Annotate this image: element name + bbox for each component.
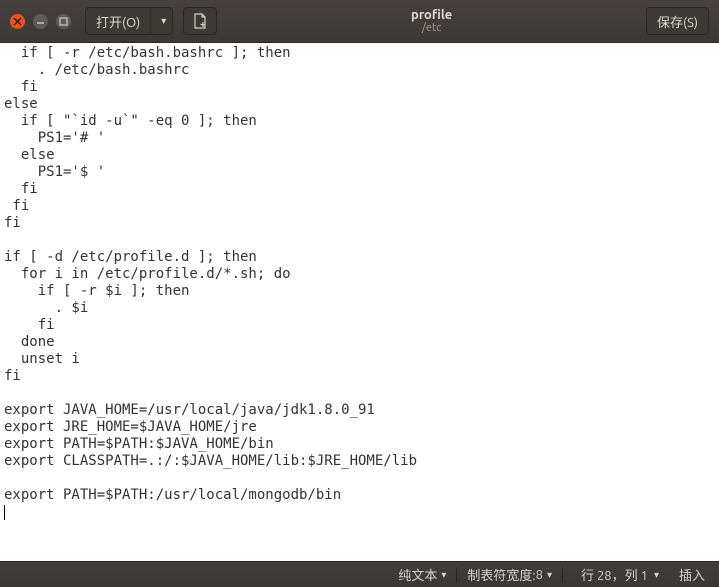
document-title: profile: [217, 8, 646, 22]
maximize-window-button[interactable]: [56, 14, 71, 29]
status-right: 行 28，列 1 ▾ 插入: [563, 565, 719, 584]
syntax-mode-selector[interactable]: 纯文本 ▾: [388, 565, 456, 584]
syntax-mode-label: 纯文本: [398, 565, 437, 584]
editor-content: if [ -r /etc/bash.bashrc ]; then . /etc/…: [4, 45, 417, 503]
minimize-icon: [36, 17, 45, 26]
open-button-group: 打开(O) ▾: [85, 7, 173, 35]
tab-width-value: 8: [536, 568, 543, 582]
cursor-position: 行 28，列 1: [581, 565, 648, 584]
chevron-down-icon: ▾: [547, 569, 552, 581]
insert-mode-label: 插入: [679, 565, 705, 584]
document-path: /etc: [217, 22, 646, 34]
save-button-label: 保存(S): [657, 12, 698, 31]
text-cursor: [4, 505, 5, 520]
editor-window: 打开(O) ▾ profile /etc 保存(S) if [ -r /etc/…: [0, 0, 719, 587]
maximize-icon: [59, 17, 68, 26]
tab-width-label: 制表符宽度:: [467, 565, 535, 584]
open-button[interactable]: 打开(O): [85, 7, 150, 35]
open-button-label: 打开(O): [96, 12, 140, 31]
new-document-icon: [192, 13, 208, 29]
chevron-down-icon: ▾: [441, 569, 446, 581]
titlebar: 打开(O) ▾ profile /etc 保存(S): [0, 0, 719, 43]
statusbar: 纯文本 ▾ 制表符宽度: 8 ▾ 行 28，列 1 ▾ 插入: [0, 561, 719, 587]
minimize-window-button[interactable]: [33, 14, 48, 29]
close-icon: [13, 17, 22, 26]
chevron-down-icon: ▾: [161, 15, 166, 27]
chevron-down-icon: ▾: [654, 569, 659, 581]
title-area: profile /etc: [217, 8, 646, 34]
save-button[interactable]: 保存(S): [646, 7, 709, 35]
text-editor-area[interactable]: if [ -r /etc/bash.bashrc ]; then . /etc/…: [0, 43, 719, 561]
close-window-button[interactable]: [10, 14, 25, 29]
new-tab-button[interactable]: [183, 7, 217, 35]
open-recent-dropdown[interactable]: ▾: [150, 7, 173, 35]
window-controls: [0, 14, 71, 29]
tab-width-selector[interactable]: 制表符宽度: 8 ▾: [457, 565, 562, 584]
